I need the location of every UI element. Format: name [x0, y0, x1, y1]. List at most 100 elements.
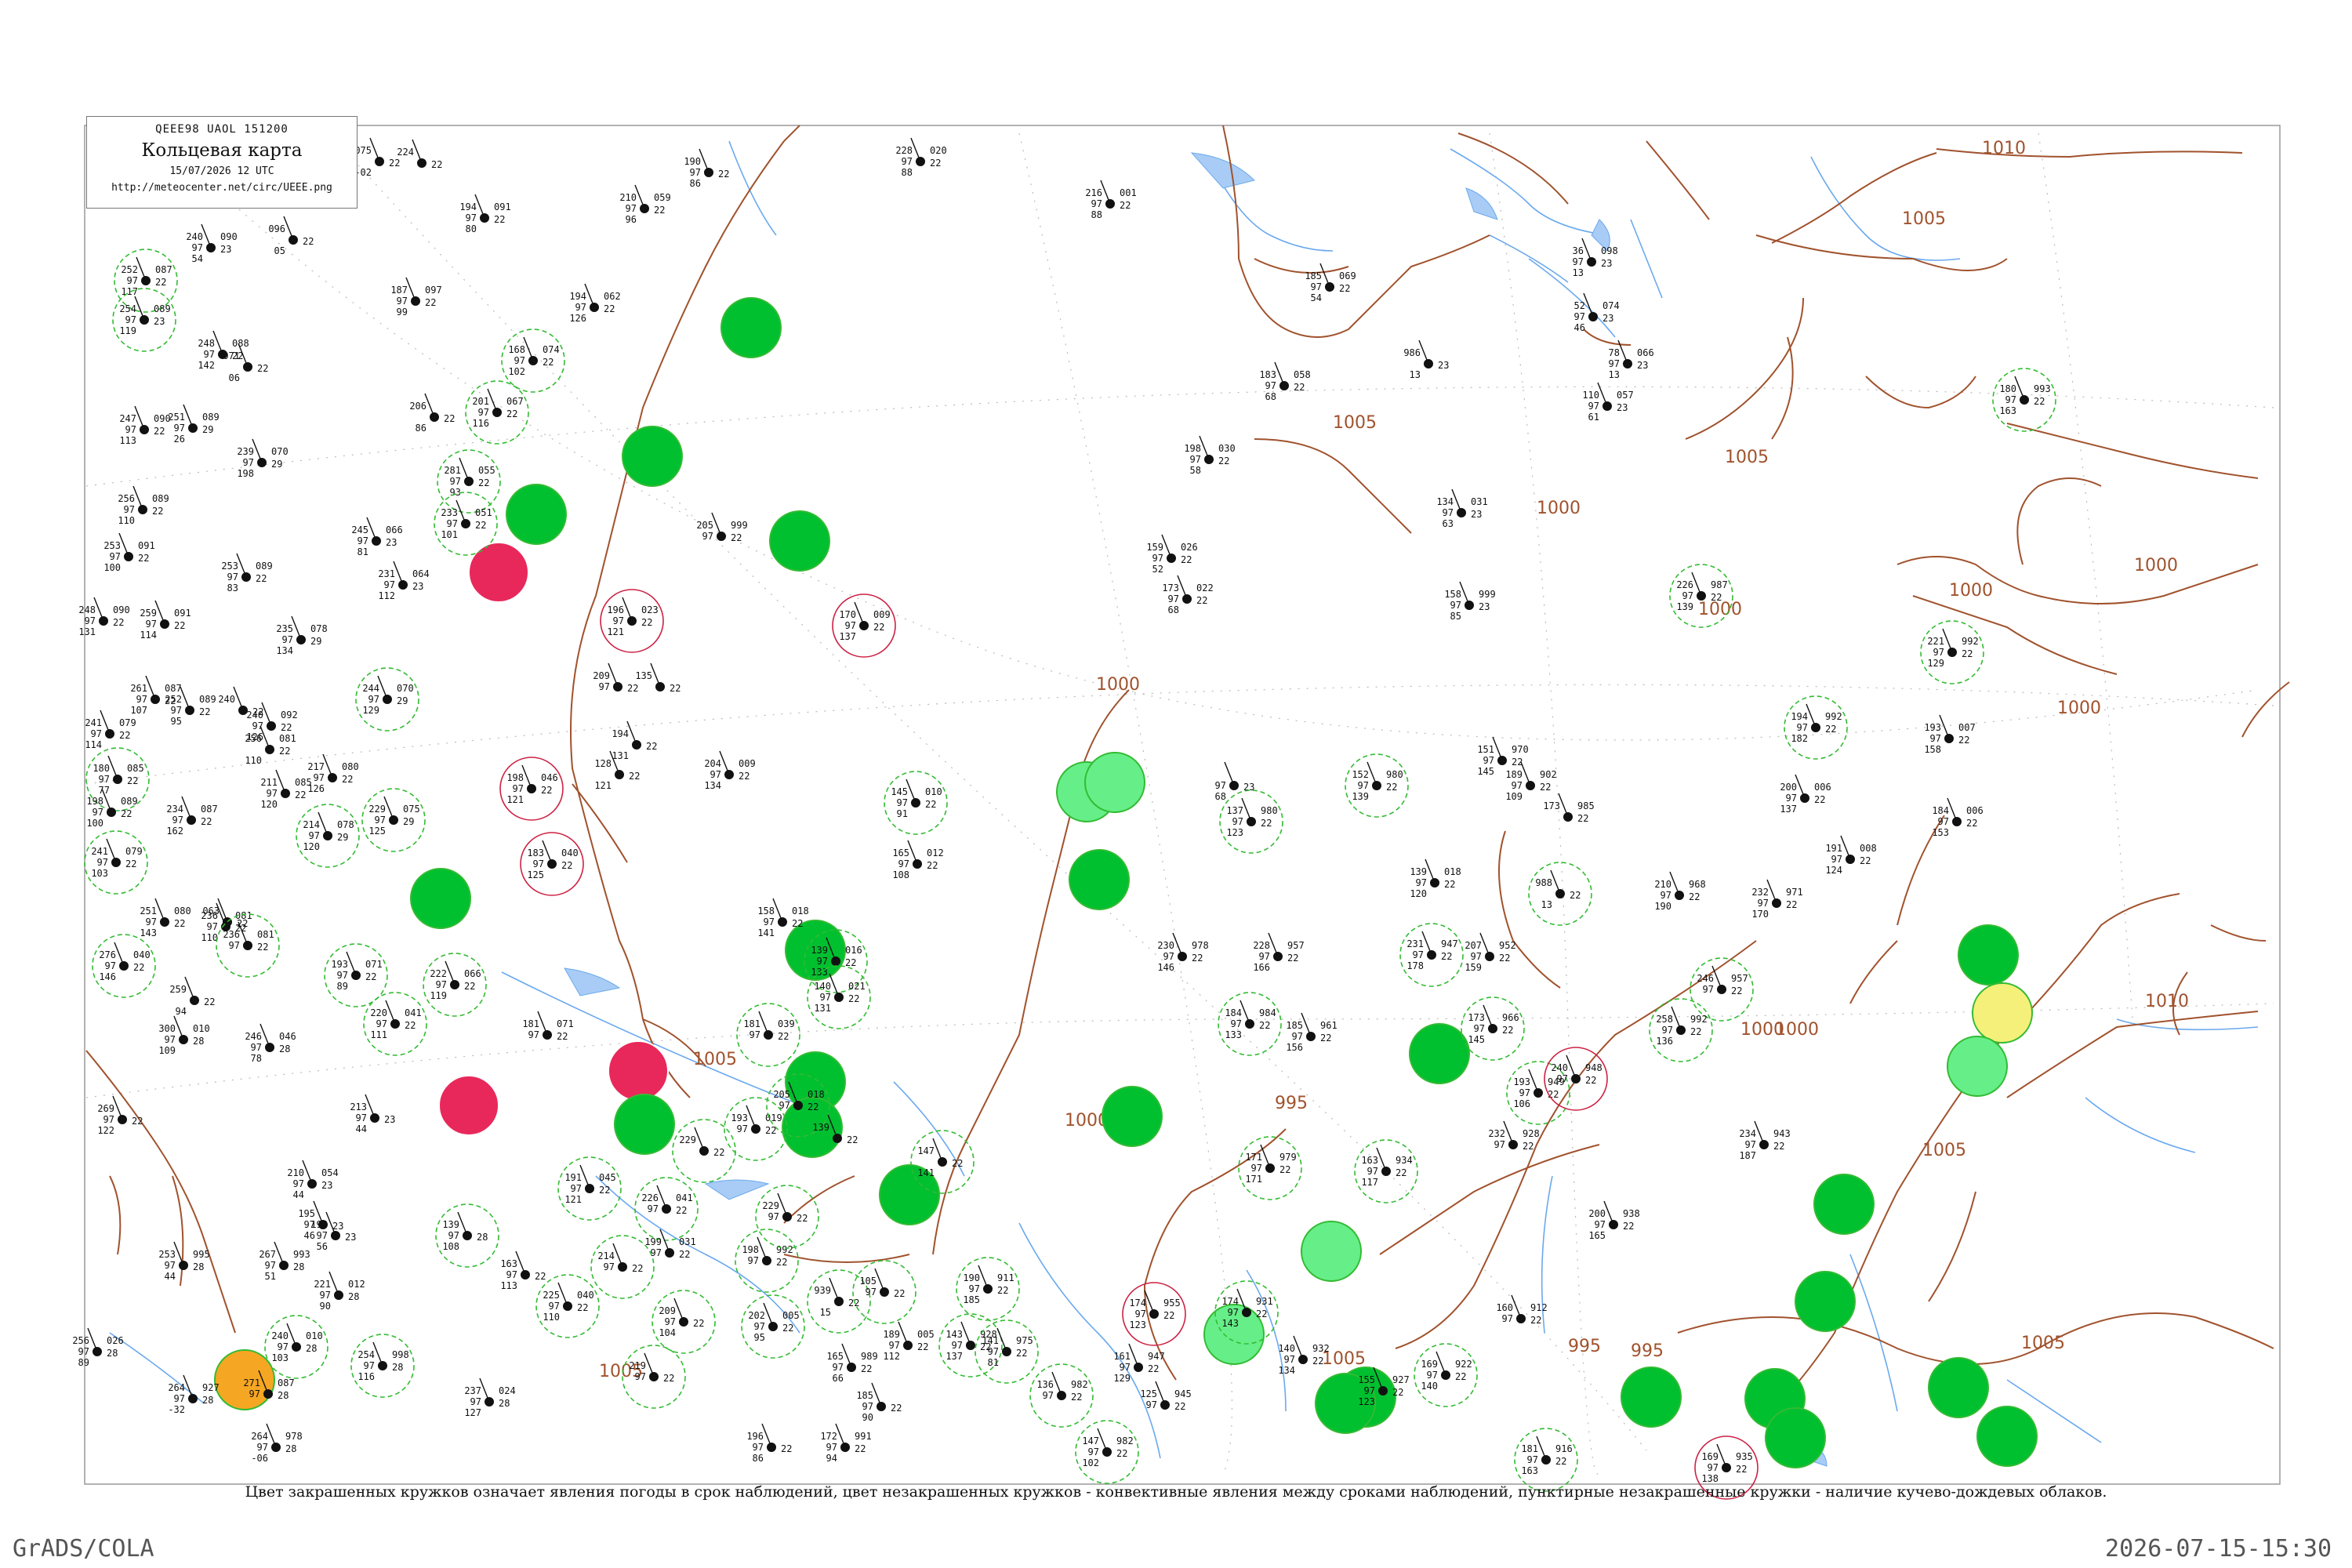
station-visibility: 97 — [448, 1230, 459, 1241]
station-visibility: 97 — [702, 531, 713, 542]
isobar-label: 995 — [1568, 1337, 1601, 1356]
station-pressure: 957 — [1287, 940, 1305, 951]
station-plot: 198 089 97 22 100 — [86, 788, 138, 829]
station-plot: 221 012 97 28 90 — [314, 1271, 365, 1312]
station-pressure: 087 — [155, 264, 172, 275]
station-temperature: 229 — [762, 1200, 779, 1211]
station-tendency: 23 — [412, 581, 423, 592]
station-temperature: 136 — [1036, 1379, 1054, 1390]
station-dewpoint: 137 — [1780, 804, 1797, 815]
station-visibility: 97 — [165, 1260, 176, 1271]
station-tendency: 23 — [1602, 313, 1613, 324]
station-visibility: 97 — [1703, 984, 1714, 995]
station-temperature: 194 — [459, 201, 477, 212]
station-plot: 248 090 97 22 131 — [78, 597, 130, 637]
station-tendency: 22 — [861, 1363, 872, 1374]
station-plot: 160 912 97 22 — [1496, 1294, 1548, 1326]
station-dewpoint: 125 — [368, 826, 386, 837]
weather-fill-circle — [1409, 1023, 1470, 1084]
station-tendency: 22 — [670, 683, 681, 694]
station-plot: 245 066 97 23 81 — [351, 517, 403, 557]
station-temperature: 211 — [260, 777, 278, 788]
station-temperature: 221 — [314, 1279, 331, 1290]
station-plot: 225 040 97 22 110 — [535, 1274, 600, 1338]
station-temperature: 198 — [86, 796, 103, 807]
station-dewpoint: 131 — [78, 626, 96, 637]
station-pressure: 046 — [279, 1031, 296, 1042]
station-pressure: 018 — [792, 906, 809, 916]
station-plot: 224 22 — [397, 139, 442, 170]
station-dewpoint: 131 — [814, 1003, 831, 1014]
station-tendency: 22 — [1163, 1310, 1174, 1321]
station-temperature: 78 — [1609, 347, 1620, 358]
station-plot: 221 992 97 22 129 — [1920, 620, 1984, 684]
station-pressure: 088 — [232, 338, 249, 349]
station-visibility: 97 — [1215, 780, 1226, 791]
station-temperature: 210 — [619, 192, 637, 203]
station-visibility: 97 — [826, 1442, 837, 1453]
station-tendency: 22 — [1499, 953, 1510, 964]
station-plot: 139 018 97 22 120 — [1410, 858, 1461, 899]
station-dewpoint: 126 — [307, 783, 325, 794]
weather-fill-circle — [1621, 1367, 1682, 1428]
station-visibility: 97 — [99, 774, 110, 785]
station-dewpoint: 95 — [171, 716, 182, 727]
station-plot: 251 080 97 22 143 — [140, 898, 191, 938]
synoptic-map: 1010 1005 1005 1005 1000 1000 1000 1000 … — [72, 125, 2290, 1500]
station-pressure: 966 — [1502, 1012, 1519, 1023]
station-temperature: 222 — [430, 968, 447, 979]
station-visibility: 97 — [635, 1371, 646, 1382]
station-pressure: 010 — [193, 1023, 210, 1034]
weather-fill-circle — [1947, 1036, 2008, 1097]
station-dewpoint: 122 — [97, 1125, 114, 1136]
station-plot: 159 026 97 22 52 — [1146, 534, 1198, 575]
station-visibility: 97 — [229, 940, 240, 951]
station-temperature: 172 — [820, 1431, 837, 1442]
station-temperature: 264 — [168, 1382, 185, 1393]
station-visibility: 97 — [1831, 854, 1842, 865]
station-tendency: 22 — [256, 573, 267, 584]
station-tendency: 22 — [781, 1443, 792, 1454]
legend-url[interactable]: http://meteocenter.net/circ/UEEE.png — [87, 182, 357, 194]
station-temperature: 174 — [1129, 1298, 1146, 1308]
station-visibility: 97 — [1146, 1399, 1157, 1410]
station-visibility: 97 — [376, 1018, 387, 1029]
station-visibility: 97 — [1292, 1031, 1303, 1042]
station-temperature: 194 — [569, 291, 586, 302]
station-tendency: 22 — [845, 957, 856, 968]
station-temperature: 253 — [158, 1249, 176, 1260]
station-dewpoint: 141 — [917, 1167, 935, 1178]
station-tendency: 22 — [646, 741, 657, 752]
station-tendency: 22 — [121, 808, 132, 819]
station-pressure: 912 — [1530, 1302, 1548, 1313]
station-plot: 259 091 97 22 114 — [140, 600, 191, 641]
station-temperature: 096 — [268, 223, 285, 234]
station-dewpoint: 88 — [1091, 209, 1102, 220]
station-temperature: 174 — [1221, 1296, 1239, 1307]
station-tendency: 22 — [891, 1403, 902, 1414]
station-temperature: 235 — [276, 623, 293, 634]
station-pressure: 089 — [256, 561, 273, 572]
station-plot: 172 991 97 22 94 — [820, 1423, 872, 1464]
station-pressure: 999 — [1479, 589, 1496, 600]
station-plot: 198 030 97 22 58 — [1184, 435, 1236, 476]
station-temperature: 193 — [1924, 722, 1941, 733]
station-tendency: 22 — [431, 159, 442, 170]
station-tendency: 22 — [257, 942, 268, 953]
station-visibility: 97 — [710, 769, 721, 780]
station-temperature: 247 — [119, 413, 136, 424]
station-temperature: 219 — [629, 1360, 646, 1371]
station-temperature: 226 — [641, 1192, 659, 1203]
station-visibility: 97 — [1358, 780, 1369, 791]
station-visibility: 97 — [1933, 647, 1944, 658]
station-plot: 234 943 97 22 187 — [1739, 1120, 1791, 1161]
station-tendency: 22 — [676, 1205, 687, 1216]
station-pressure: 071 — [365, 959, 383, 970]
station-plot: 253 089 97 22 83 — [221, 553, 273, 593]
station-plot: 200 938 97 22 165 — [1588, 1200, 1640, 1241]
station-pressure: 057 — [1617, 390, 1634, 401]
station-dewpoint: 66 — [833, 1373, 844, 1384]
station-temperature: 193 — [331, 959, 348, 970]
isobar-label: 1000 — [1096, 675, 1140, 695]
station-visibility: 97 — [78, 1346, 89, 1357]
